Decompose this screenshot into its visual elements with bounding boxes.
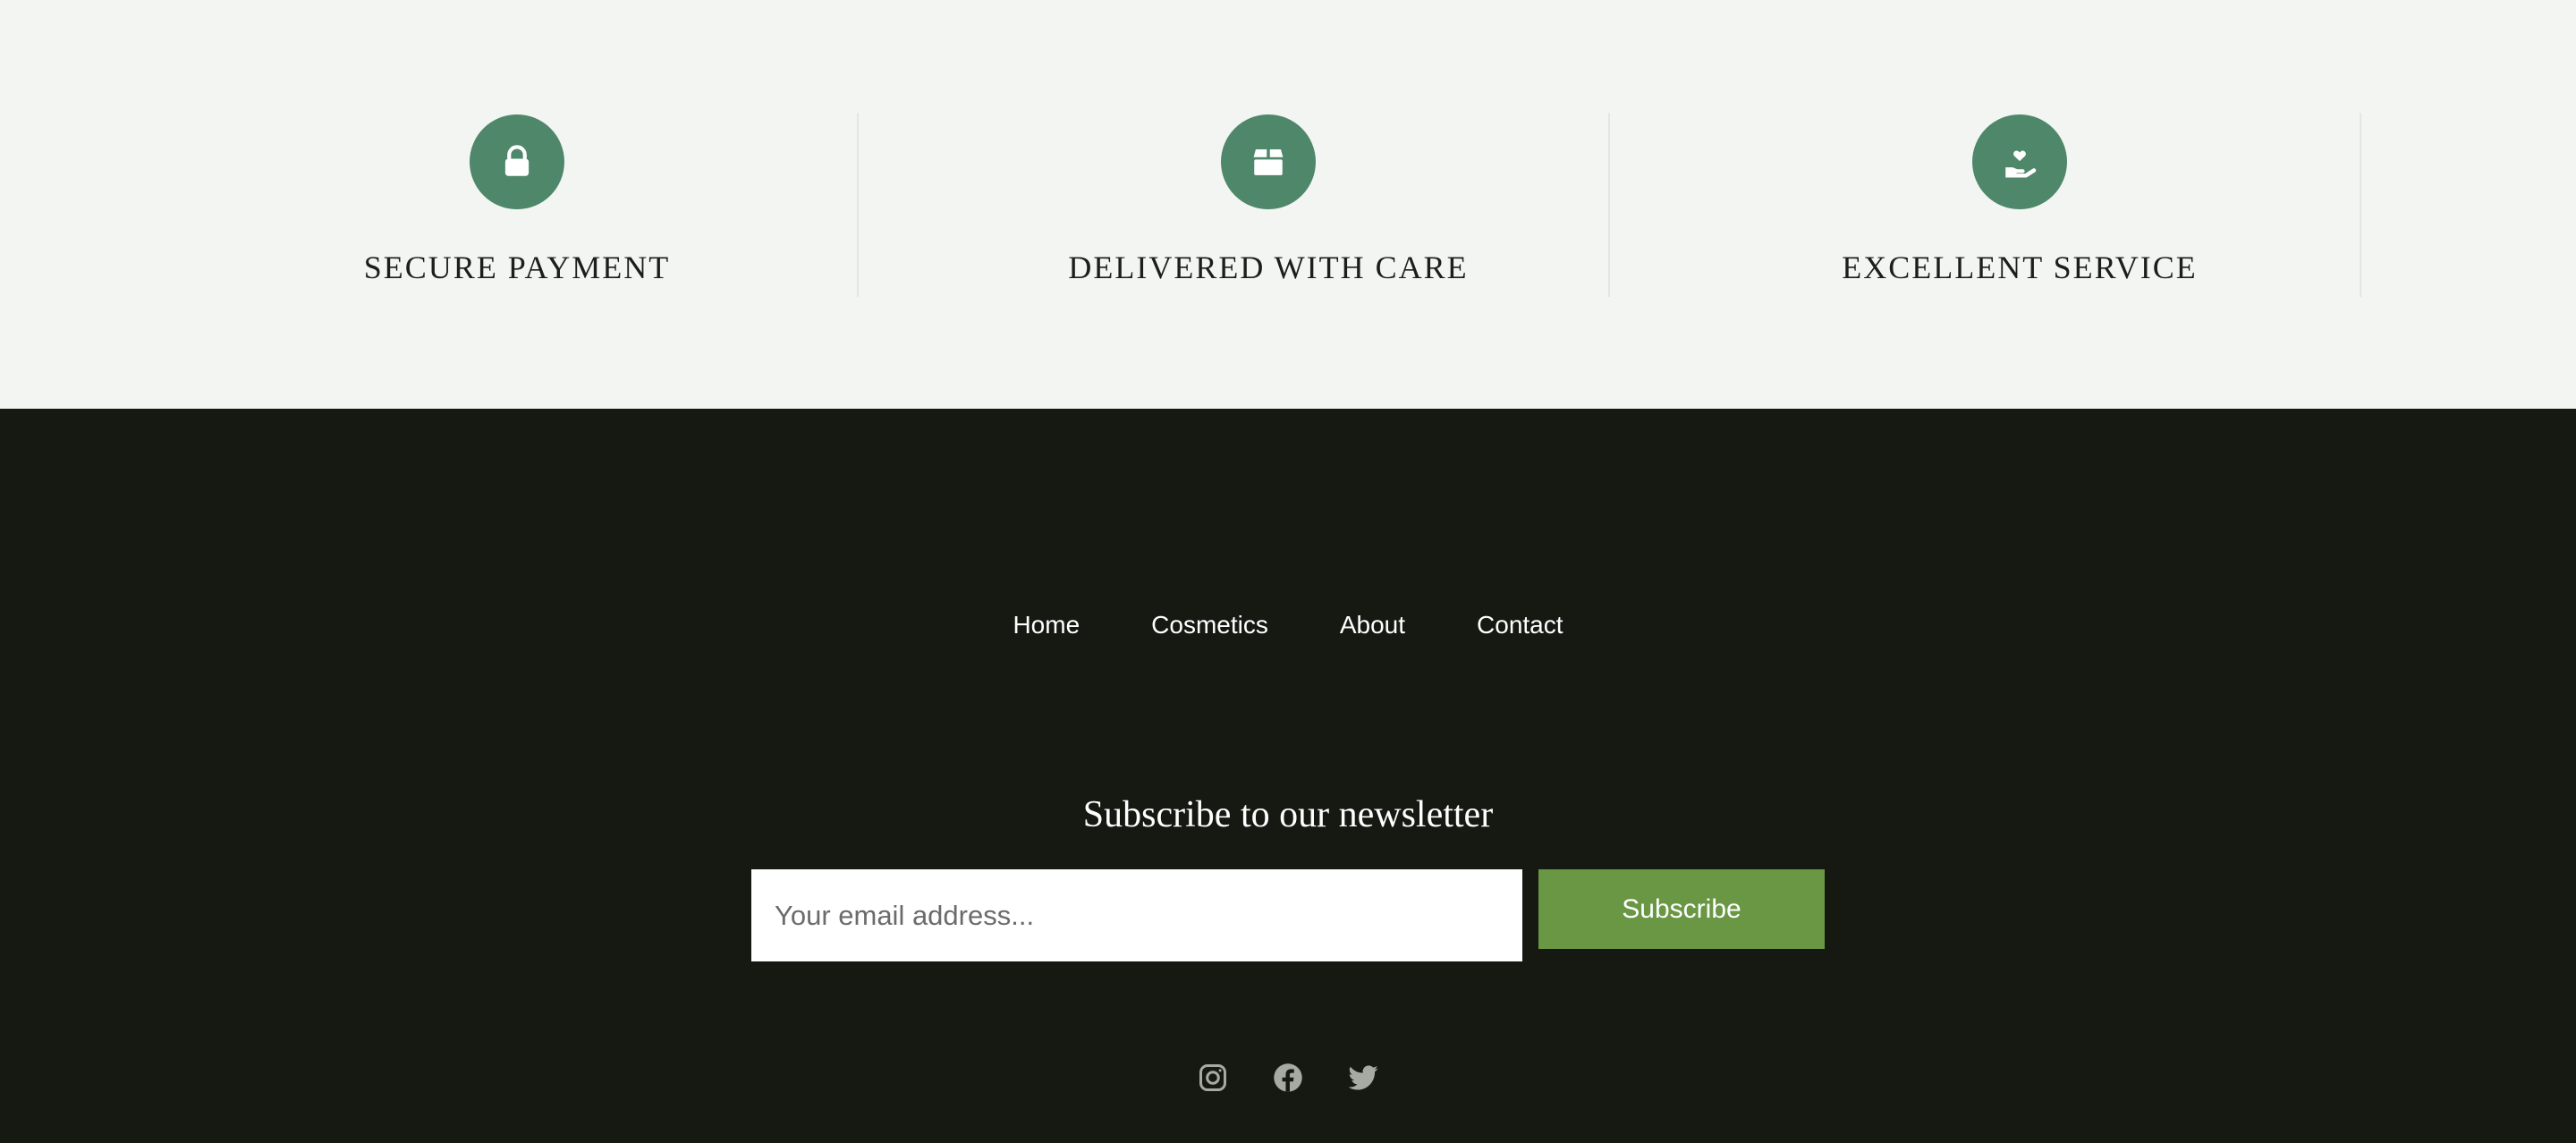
- feature-divider: [1608, 113, 1610, 297]
- feature-secure-payment: SECURE PAYMENT: [141, 113, 893, 297]
- features-section: SECURE PAYMENT DELIVERED WITH CARE EXCEL…: [0, 0, 2576, 409]
- social-links: [0, 1062, 2576, 1094]
- newsletter-title: Subscribe to our newsletter: [1082, 794, 1494, 835]
- email-input[interactable]: [751, 869, 1522, 961]
- nav-link-about[interactable]: About: [1340, 611, 1405, 639]
- feature-delivered-with-care: DELIVERED WITH CARE: [893, 113, 1644, 297]
- feature-title: SECURE PAYMENT: [363, 250, 671, 285]
- nav-link-home[interactable]: Home: [1013, 611, 1080, 639]
- lock-icon: [470, 114, 564, 209]
- twitter-icon[interactable]: [1347, 1062, 1379, 1094]
- footer-nav: Home Cosmetics About Contact: [0, 611, 2576, 639]
- box-icon: [1221, 114, 1316, 209]
- nav-link-cosmetics[interactable]: Cosmetics: [1151, 611, 1268, 639]
- facebook-icon[interactable]: [1272, 1062, 1304, 1094]
- feature-excellent-service: EXCELLENT SERVICE: [1644, 113, 2395, 297]
- hand-heart-icon: [1972, 114, 2067, 209]
- footer: Home Cosmetics About Contact Subscribe t…: [0, 409, 2576, 1143]
- instagram-icon[interactable]: [1197, 1062, 1229, 1094]
- feature-title: EXCELLENT SERVICE: [1842, 250, 2198, 285]
- nav-link-contact[interactable]: Contact: [1477, 611, 1563, 639]
- feature-divider: [2360, 113, 2361, 297]
- feature-title: DELIVERED WITH CARE: [1068, 250, 1469, 285]
- subscribe-button[interactable]: Subscribe: [1538, 869, 1825, 949]
- feature-divider: [857, 113, 859, 297]
